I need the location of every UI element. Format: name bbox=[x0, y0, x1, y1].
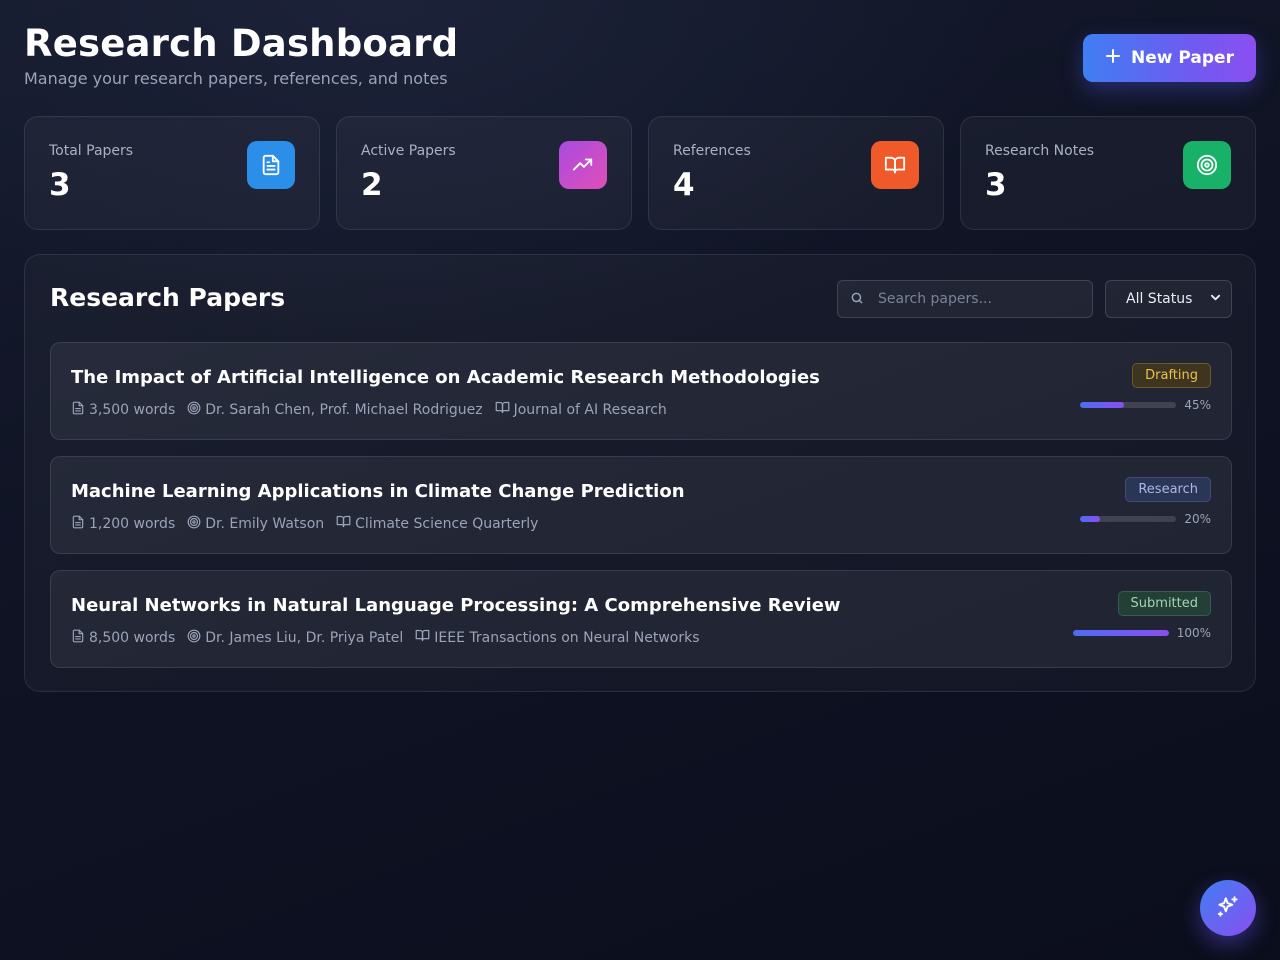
journal: Journal of AI Research bbox=[495, 400, 667, 419]
progress: 45% bbox=[1080, 398, 1211, 412]
paper-title: The Impact of Artificial Intelligence on… bbox=[71, 367, 820, 388]
journal: IEEE Transactions on Neural Networks bbox=[415, 628, 700, 647]
journal-text: Climate Science Quarterly bbox=[355, 515, 539, 532]
progress-fill bbox=[1072, 630, 1169, 636]
search-icon bbox=[850, 290, 864, 309]
target-icon bbox=[187, 401, 201, 419]
progress-fill bbox=[1080, 516, 1100, 522]
paper-meta: 3,500 words Dr. Sarah Chen, Prof. Michae… bbox=[71, 400, 667, 419]
paper-title: Machine Learning Applications in Climate… bbox=[71, 481, 685, 502]
authors-text: Dr. James Liu, Dr. Priya Patel bbox=[205, 629, 404, 646]
progress: 100% bbox=[1072, 626, 1211, 640]
progress-label: 45% bbox=[1184, 398, 1211, 412]
word-count: 8,500 words bbox=[71, 629, 175, 647]
authors: Dr. Sarah Chen, Prof. Michael Rodriguez bbox=[187, 401, 483, 419]
word-count-text: 8,500 words bbox=[89, 629, 176, 646]
ai-assistant-button[interactable] bbox=[1200, 880, 1256, 936]
status-badge: Research bbox=[1125, 477, 1211, 502]
book-open-icon bbox=[495, 400, 510, 419]
page-subtitle: Manage your research papers, references,… bbox=[24, 69, 448, 88]
file-text-icon bbox=[71, 629, 85, 647]
paper-title: Neural Networks in Natural Language Proc… bbox=[71, 595, 841, 616]
header: Research Dashboard Manage your research … bbox=[24, 22, 458, 88]
search-input[interactable] bbox=[878, 291, 1078, 307]
new-paper-label: New Paper bbox=[1131, 48, 1234, 68]
authors: Dr. Emily Watson bbox=[187, 515, 324, 533]
progress-fill bbox=[1080, 402, 1124, 408]
file-text-icon bbox=[71, 515, 85, 533]
authors-text: Dr. Emily Watson bbox=[205, 515, 325, 532]
stats-row: Total Papers 3 Active Papers 2 Reference… bbox=[24, 116, 1256, 230]
paper-card[interactable]: The Impact of Artificial Intelligence on… bbox=[50, 342, 1232, 440]
file-text-icon bbox=[71, 401, 85, 419]
page-title: Research Dashboard bbox=[24, 22, 459, 65]
stat-card-research-notes: Research Notes 3 bbox=[960, 116, 1256, 230]
authors-text: Dr. Sarah Chen, Prof. Michael Rodriguez bbox=[205, 401, 483, 418]
document-icon bbox=[247, 141, 295, 189]
journal-text: IEEE Transactions on Neural Networks bbox=[434, 629, 700, 646]
target-icon bbox=[1183, 141, 1231, 189]
progress-label: 20% bbox=[1184, 512, 1211, 526]
journal: Climate Science Quarterly bbox=[336, 514, 538, 533]
stat-card-references: References 4 bbox=[648, 116, 944, 230]
status-badge: Drafting bbox=[1132, 363, 1211, 388]
search-box[interactable] bbox=[837, 280, 1093, 318]
research-papers-panel: Research Papers All Status The Impact of… bbox=[24, 254, 1256, 692]
status-badge: Submitted bbox=[1117, 591, 1211, 616]
progress-track bbox=[1080, 516, 1177, 522]
book-open-icon bbox=[336, 514, 351, 533]
sparkles-icon bbox=[1215, 894, 1241, 923]
status-filter-select[interactable]: All Status bbox=[1105, 280, 1232, 318]
paper-meta: 1,200 words Dr. Emily Watson Climate Sci… bbox=[71, 514, 538, 533]
target-icon bbox=[187, 629, 201, 647]
authors: Dr. James Liu, Dr. Priya Patel bbox=[187, 629, 403, 647]
paper-card[interactable]: Machine Learning Applications in Climate… bbox=[50, 456, 1232, 554]
word-count-text: 1,200 words bbox=[89, 515, 176, 532]
progress: 20% bbox=[1080, 512, 1211, 526]
stat-card-active-papers: Active Papers 2 bbox=[336, 116, 632, 230]
panel-title: Research Papers bbox=[50, 283, 286, 312]
word-count-text: 3,500 words bbox=[89, 401, 176, 418]
target-icon bbox=[187, 515, 201, 533]
word-count: 1,200 words bbox=[71, 515, 175, 533]
new-paper-button[interactable]: New Paper bbox=[1083, 34, 1256, 82]
paper-meta: 8,500 words Dr. James Liu, Dr. Priya Pat… bbox=[71, 628, 700, 647]
word-count: 3,500 words bbox=[71, 401, 175, 419]
progress-track bbox=[1072, 630, 1169, 636]
book-open-icon bbox=[415, 628, 430, 647]
paper-card[interactable]: Neural Networks in Natural Language Proc… bbox=[50, 570, 1232, 668]
plus-icon bbox=[1105, 48, 1121, 69]
chevron-down-icon bbox=[1210, 291, 1221, 307]
stat-card-total-papers: Total Papers 3 bbox=[24, 116, 320, 230]
progress-label: 100% bbox=[1176, 626, 1211, 640]
trending-up-icon bbox=[559, 141, 607, 189]
journal-text: Journal of AI Research bbox=[513, 401, 667, 418]
status-filter-value: All Status bbox=[1126, 291, 1193, 307]
progress-track bbox=[1080, 402, 1177, 408]
book-open-icon bbox=[871, 141, 919, 189]
